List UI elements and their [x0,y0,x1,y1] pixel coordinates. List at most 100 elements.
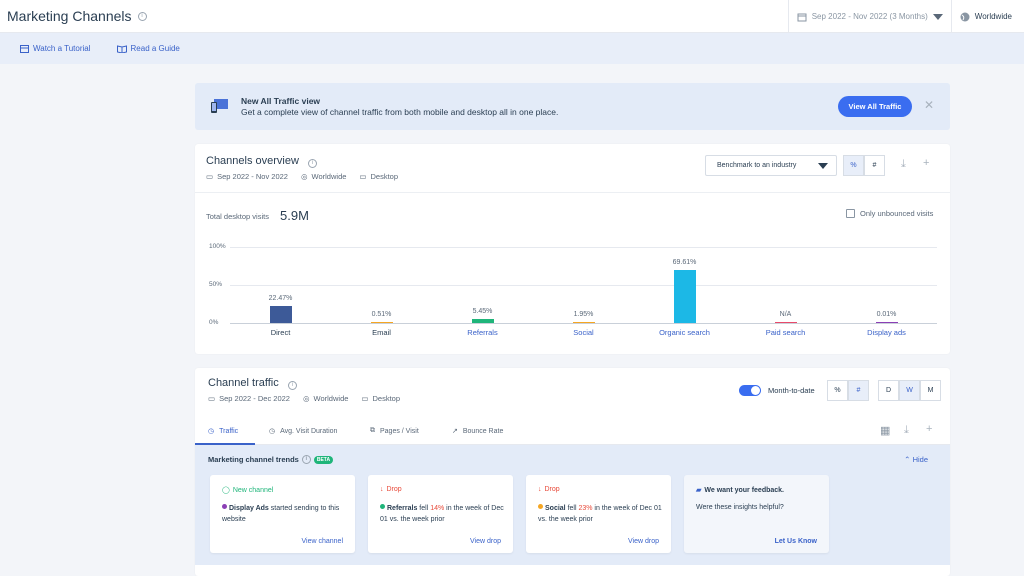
traffic-country: Worldwide [313,394,349,403]
arrow-down-icon: ↓ [538,486,542,493]
channel-dot [222,504,227,509]
bar-na-marker [774,321,797,323]
read-guide-link[interactable]: Read a Guide [116,44,180,53]
read-guide-label: Read a Guide [130,44,180,53]
percent-toggle[interactable]: % [827,380,848,401]
grid-line [230,247,937,248]
globe-icon: ◎ [300,172,308,181]
feedback-title: We want your feedback. [704,486,785,494]
category-label[interactable]: Email [342,328,422,337]
category-label[interactable]: Referrals [443,328,523,337]
let-us-know-link[interactable]: Let Us Know [775,538,817,545]
category-label[interactable]: Paid search [746,328,826,337]
info-icon[interactable]: i [301,455,311,464]
add-icon[interactable]: + [926,423,932,435]
info-icon[interactable]: i [287,381,297,390]
granularity-week[interactable]: W [899,380,920,401]
check-circle-icon: ◯ [222,487,230,494]
view-all-traffic-button[interactable]: View All Traffic [838,96,912,117]
category-label[interactable]: Organic search [645,328,725,337]
granularity-day[interactable]: D [878,380,899,401]
benchmark-label: Benchmark to an industry [717,162,797,169]
unbounced-checkbox[interactable] [846,209,855,218]
bar-value-label: 69.61% [672,259,697,267]
benchmark-dropdown[interactable]: Benchmark to an industry [705,155,837,176]
insight-header-label: New channel [232,486,274,494]
info-icon[interactable]: i [137,11,147,21]
percent-toggle[interactable]: % [843,155,864,176]
feedback-card: ▰ We want your feedback. Were these insi… [684,475,829,553]
number-toggle[interactable]: # [864,155,885,176]
tab-bounce-rate[interactable]: ↗ Bounce Rate [452,427,503,436]
hide-label: Hide [912,455,928,464]
hide-trends-button[interactable]: ⌃ Hide [904,455,928,464]
bar-email[interactable] [370,321,393,323]
month-to-date-switch[interactable] [739,385,761,396]
view-drop-link[interactable]: View drop [628,538,659,545]
bar-direct[interactable] [269,305,292,323]
view-channel-link[interactable]: View channel [301,538,343,545]
chevron-down-icon [818,162,828,169]
overview-title: Channels overview i [206,155,317,168]
date-range-picker[interactable]: Sep 2022 - Nov 2022 (3 Months) [787,0,951,33]
tab-avg-visit-duration[interactable]: ◷ Avg. Visit Duration [269,427,338,436]
country-selector[interactable]: Worldwide [950,0,1024,33]
add-icon[interactable]: + [923,157,929,169]
granularity-month[interactable]: M [920,380,941,401]
pages-icon: ⧉ [370,427,375,434]
watch-tutorial-label: Watch a Tutorial [33,44,91,53]
bar-referrals[interactable] [471,318,494,323]
excel-icon[interactable]: ▦ [880,424,890,437]
clock-icon: ◷ [269,428,276,435]
info-icon[interactable]: i [308,159,317,168]
y-tick-label: 0% [209,319,219,326]
monitor-icon: ▭ [361,394,369,403]
watch-tutorial-link[interactable]: Watch a Tutorial [20,44,91,53]
tab-traffic[interactable]: ◷ Traffic [208,427,239,436]
insight-header: ↓ Drop [380,486,402,493]
trends-title-text: Marketing channel trends [208,455,299,464]
category-label[interactable]: Display ads [847,328,927,337]
download-icon[interactable]: ⤓ [901,158,906,171]
insight-card: ◯ New channel Display Ads started sendin… [210,475,355,553]
all-traffic-banner: New All Traffic view Get a complete view… [195,83,950,130]
traffic-title-text: Channel traffic [208,377,279,389]
insight-body: Display Ads started sending to this webs… [222,503,347,525]
tab-pages-visit[interactable]: ⧉ Pages / Visit [370,427,419,435]
number-toggle[interactable]: # [848,380,869,401]
page-title: Marketing Channels [7,8,132,24]
metric-tabs: ◷ Traffic ◷ Avg. Visit Duration ⧉ Pages … [195,422,950,445]
bar-value-label: 5.45% [472,307,493,315]
grid-line [230,323,937,324]
chat-icon: ▰ [696,487,702,494]
trends-title: Marketing channel trends i BETA [208,455,334,464]
monitor-icon: ▭ [359,172,367,181]
banner-description: Get a complete view of channel traffic f… [241,107,559,117]
bar-value-label: 1.95% [573,310,594,318]
view-drop-link[interactable]: View drop [470,538,501,545]
total-visits-label: Total desktop visits [206,212,269,221]
traffic-date: Sep 2022 - Dec 2022 [219,394,290,403]
date-range-label: Sep 2022 - Nov 2022 (3 Months) [811,12,928,21]
total-visits-value: 5.9M [280,208,309,223]
insight-card: ↓ Drop Social fell 23% in the week of De… [526,475,671,553]
bar-social[interactable] [572,321,595,323]
insight-header-label: Drop [386,486,402,493]
feedback-header: ▰ We want your feedback. [696,486,785,495]
bar-organic-search[interactable] [673,270,696,323]
calendar-icon: ▭ [208,394,216,403]
bar-display-ads[interactable] [875,321,898,323]
tab-traffic-label: Traffic [219,427,239,435]
category-label[interactable]: Social [544,328,624,337]
download-icon[interactable]: ⤓ [904,424,909,437]
insight-percent: 23% [578,505,593,512]
insight-percent: 14% [430,505,445,512]
top-bar: Marketing Channels i Sep 2022 - Nov 2022… [0,0,1024,33]
beta-badge: BETA [313,455,334,464]
tab-avg-visit-duration-label: Avg. Visit Duration [280,427,338,435]
bar-value-label: N/A [779,310,792,318]
unbounced-filter[interactable]: Only unbounced visits [846,209,933,218]
close-icon[interactable]: ✕ [924,98,934,112]
calendar-icon [797,13,807,21]
category-label[interactable]: Direct [241,328,321,337]
